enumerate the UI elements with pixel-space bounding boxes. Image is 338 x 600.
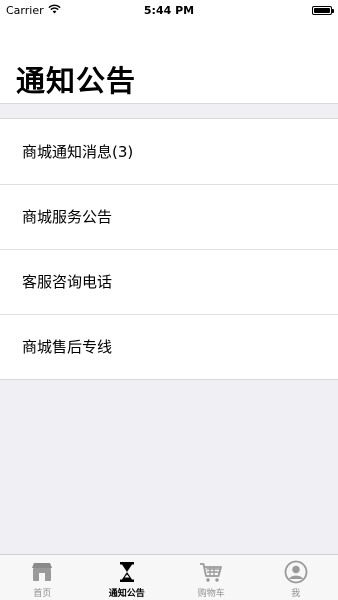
status-bar: Carrier 5:44 PM [0, 0, 338, 20]
status-right [312, 5, 338, 15]
list-item-service-announcements[interactable]: 商城服务公告 [0, 184, 338, 249]
user-icon [284, 560, 308, 584]
list-item-label: 商城售后专线 [22, 338, 113, 356]
navigation-header: 通知公告 [0, 20, 338, 104]
tab-label: 我 [291, 589, 301, 599]
tab-label: 首页 [33, 589, 52, 599]
cart-icon [199, 560, 223, 584]
list-item-label: 客服咨询电话 [22, 273, 113, 291]
page-title: 通知公告 [16, 64, 137, 98]
tab-label: 购物车 [197, 589, 225, 599]
battery-fill [314, 7, 330, 13]
tab-home[interactable]: 首页 [0, 555, 85, 600]
list-item-after-sales-hotline[interactable]: 商城售后专线 [0, 314, 338, 379]
list-item-label: 商城通知消息(3) [22, 143, 134, 161]
tab-label: 通知公告 [108, 589, 145, 599]
tab-bar: 首页 通知公告 购物车 我 [0, 554, 338, 600]
battery-icon [312, 5, 334, 15]
status-left: Carrier [0, 4, 61, 17]
list-item-mall-notifications[interactable]: 商城通知消息(3) [0, 119, 338, 184]
list-item-customer-service-phone[interactable]: 客服咨询电话 [0, 249, 338, 314]
notice-list: 商城通知消息(3) 商城服务公告 客服咨询电话 商城售后专线 [0, 118, 338, 380]
list-item-label: 商城服务公告 [22, 208, 113, 226]
tab-me[interactable]: 我 [254, 555, 338, 600]
wifi-icon [48, 4, 61, 17]
hourglass-icon [115, 560, 139, 584]
tab-notices[interactable]: 通知公告 [85, 555, 170, 600]
tab-cart[interactable]: 购物车 [169, 555, 254, 600]
store-icon [30, 560, 54, 584]
carrier-label: Carrier [6, 3, 44, 17]
